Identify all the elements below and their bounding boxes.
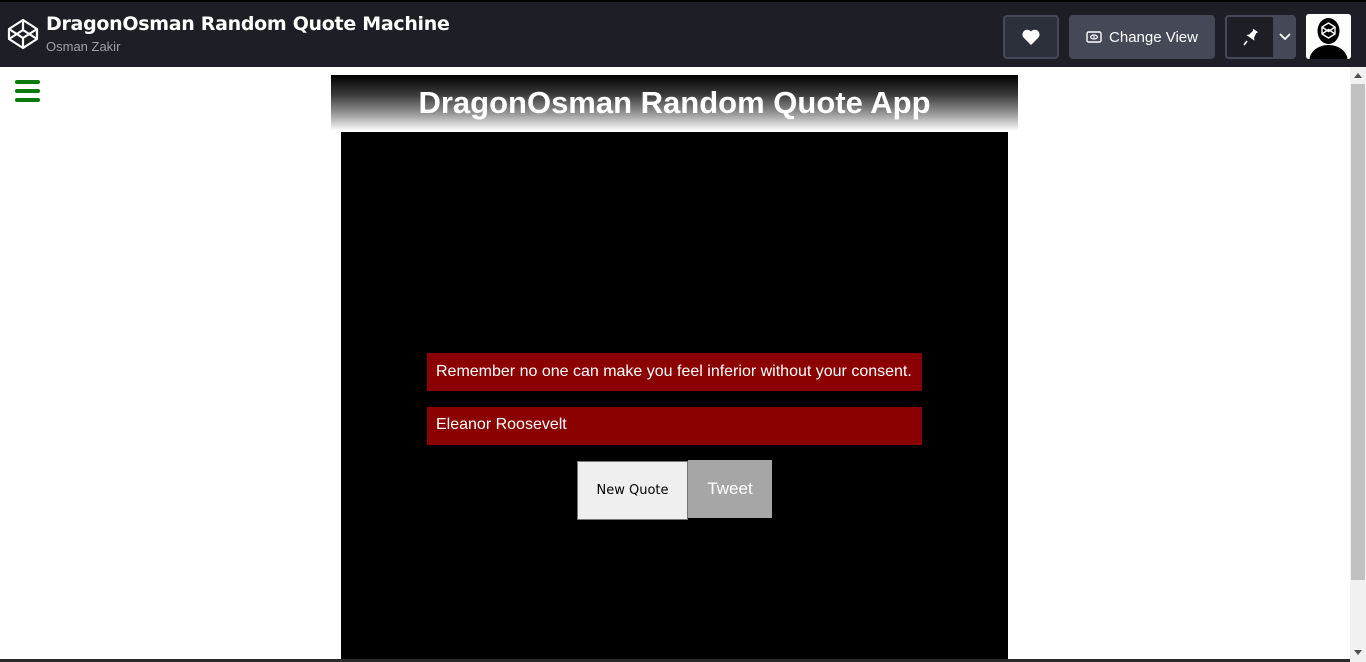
tweet-button[interactable]: Tweet xyxy=(688,460,772,518)
eye-icon xyxy=(1086,31,1102,43)
quote-author: Eleanor Roosevelt xyxy=(427,407,922,445)
preview-frame: DragonOsman Random Quote App Remember no… xyxy=(0,67,1350,659)
pen-author[interactable]: Osman Zakir xyxy=(46,39,450,54)
codepen-header: DragonOsman Random Quote Machine Osman Z… xyxy=(0,0,1366,67)
change-view-button[interactable]: Change View xyxy=(1069,15,1215,59)
pin-button[interactable] xyxy=(1225,15,1273,59)
love-button[interactable] xyxy=(1003,15,1059,59)
app-header: DragonOsman Random Quote App xyxy=(331,75,1018,131)
heart-icon xyxy=(1022,29,1040,45)
quote-text: Remember no one can make you feel inferi… xyxy=(427,353,922,391)
chevron-down-icon xyxy=(1278,33,1291,41)
user-avatar[interactable] xyxy=(1306,14,1351,59)
pin-icon xyxy=(1243,28,1258,46)
new-quote-button[interactable]: New Quote xyxy=(577,461,688,520)
hamburger-menu-icon[interactable] xyxy=(15,80,40,102)
scroll-thumb[interactable] xyxy=(1351,84,1365,580)
pen-info: DragonOsman Random Quote Machine Osman Z… xyxy=(46,13,450,54)
scroll-down-arrow-icon[interactable] xyxy=(1354,650,1362,655)
change-view-label: Change View xyxy=(1109,28,1198,46)
vertical-scrollbar[interactable] xyxy=(1350,67,1366,662)
avatar-image xyxy=(1306,14,1351,59)
pin-dropdown-button[interactable] xyxy=(1273,15,1296,59)
pen-title[interactable]: DragonOsman Random Quote Machine xyxy=(46,13,450,35)
quote-box: Remember no one can make you feel inferi… xyxy=(341,132,1008,659)
codepen-logo-icon[interactable] xyxy=(7,18,39,50)
scroll-up-arrow-icon[interactable] xyxy=(1354,73,1362,78)
app-title: DragonOsman Random Quote App xyxy=(418,85,931,120)
